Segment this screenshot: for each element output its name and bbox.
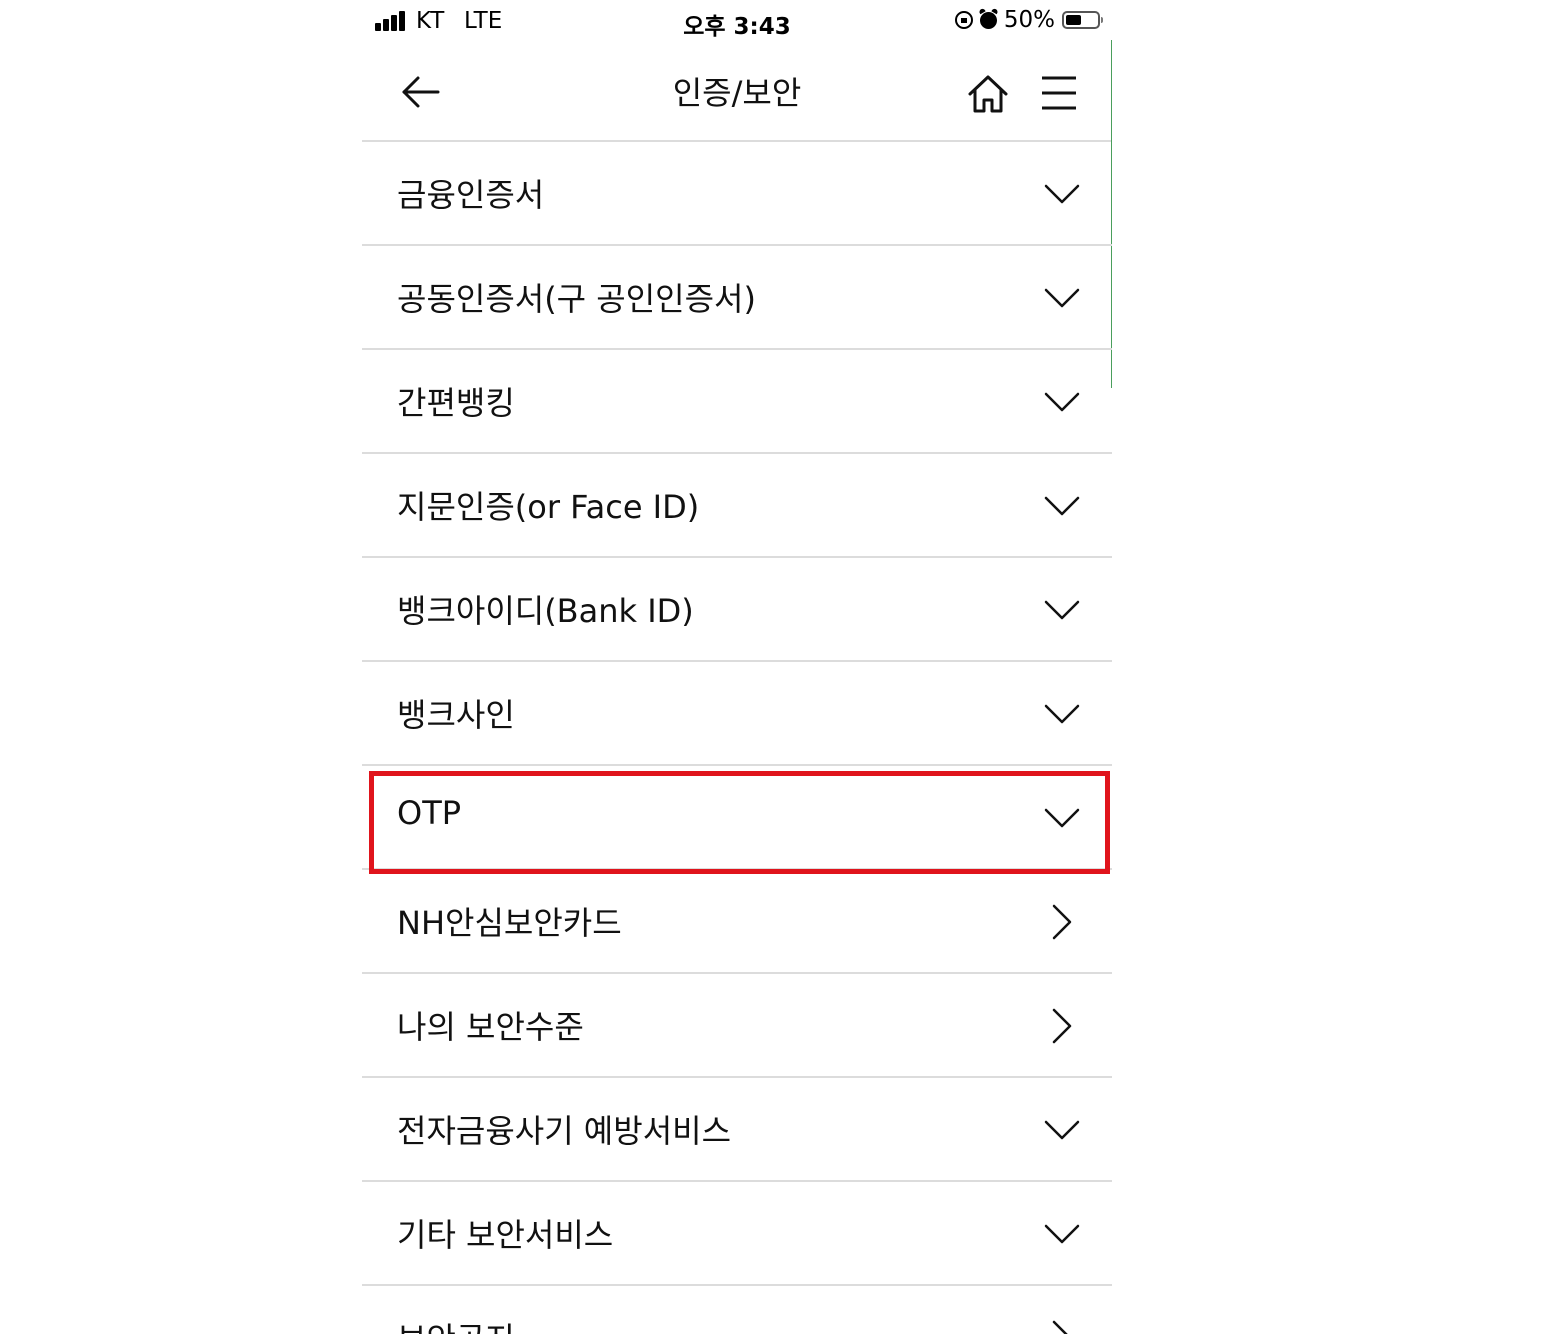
chevron-down-icon xyxy=(1042,486,1082,526)
menu-item[interactable]: 금융인증서 xyxy=(362,142,1112,246)
arrow-left-icon xyxy=(402,76,440,108)
chevron-down-icon xyxy=(1042,798,1082,838)
chevron-right-icon xyxy=(1042,1318,1082,1334)
menu-item[interactable]: 전자금융사기 예방서비스 xyxy=(362,1078,1112,1182)
chevron-down-icon xyxy=(1042,382,1082,422)
menu-item[interactable]: 보안공지 xyxy=(362,1286,1112,1334)
menu-item[interactable]: 공동인증서(구 공인인증서) xyxy=(362,246,1112,350)
alarm-icon xyxy=(979,11,997,29)
menu-item[interactable]: 나의 보안수준 xyxy=(362,974,1112,1078)
menu-item-label: 뱅크아이디(Bank ID) xyxy=(397,592,694,630)
chevron-down-icon xyxy=(1042,694,1082,734)
menu-item-label: 나의 보안수준 xyxy=(397,1008,584,1046)
app-screen: KT LTE 오후 3:43 50% 인증/보안 금융인증서 공동인증서(구 공… xyxy=(362,0,1112,1334)
status-indicators: 50% xyxy=(954,7,1103,33)
battery-icon xyxy=(1062,11,1103,29)
menu-item-label: 금융인증서 xyxy=(397,176,545,214)
rotation-lock-icon xyxy=(954,11,973,29)
chevron-down-icon xyxy=(1042,174,1082,214)
chevron-down-icon xyxy=(1042,1214,1082,1254)
menu-item-label: 전자금융사기 예방서비스 xyxy=(397,1112,732,1150)
menu-item-label: 뱅크사인 xyxy=(397,696,515,734)
menu-item[interactable]: 간편뱅킹 xyxy=(362,350,1112,454)
menu-item-label: OTP xyxy=(397,794,462,832)
menu-item[interactable]: 지문인증(or Face ID) xyxy=(362,454,1112,558)
menu-item[interactable]: 뱅크사인 xyxy=(362,662,1112,766)
menu-item[interactable]: OTP xyxy=(362,766,1112,874)
home-icon xyxy=(968,75,1008,113)
menu-item-label: 간편뱅킹 xyxy=(397,384,515,422)
menu-button[interactable] xyxy=(1040,74,1078,112)
battery-percent: 50% xyxy=(1003,7,1055,33)
hamburger-menu-icon xyxy=(1042,76,1076,110)
menu-item[interactable]: NH안심보안카드 xyxy=(362,870,1112,974)
battery-fill xyxy=(1066,15,1081,25)
chevron-right-icon xyxy=(1042,902,1082,942)
menu-item-label: 지문인증(or Face ID) xyxy=(397,488,700,526)
page-header: 인증/보안 xyxy=(362,42,1112,142)
menu-item[interactable]: 뱅크아이디(Bank ID) xyxy=(362,558,1112,662)
menu-item-label: NH안심보안카드 xyxy=(397,904,622,942)
home-button[interactable] xyxy=(966,72,1010,116)
chevron-down-icon xyxy=(1042,590,1082,630)
chevron-down-icon xyxy=(1042,278,1082,318)
chevron-right-icon xyxy=(1042,1006,1082,1046)
back-button[interactable] xyxy=(398,70,442,114)
menu-list: 금융인증서공동인증서(구 공인인증서) 간편뱅킹지문인증(or Face ID) 뱅… xyxy=(362,142,1112,1334)
chevron-down-icon xyxy=(1042,1110,1082,1150)
status-bar: KT LTE 오후 3:43 50% xyxy=(362,0,1112,42)
menu-item-label: 보안공지 xyxy=(397,1314,515,1334)
menu-item-label: 공동인증서(구 공인인증서) xyxy=(397,280,756,318)
menu-item[interactable]: 기타 보안서비스 xyxy=(362,1182,1112,1286)
menu-item-label: 기타 보안서비스 xyxy=(397,1216,614,1254)
